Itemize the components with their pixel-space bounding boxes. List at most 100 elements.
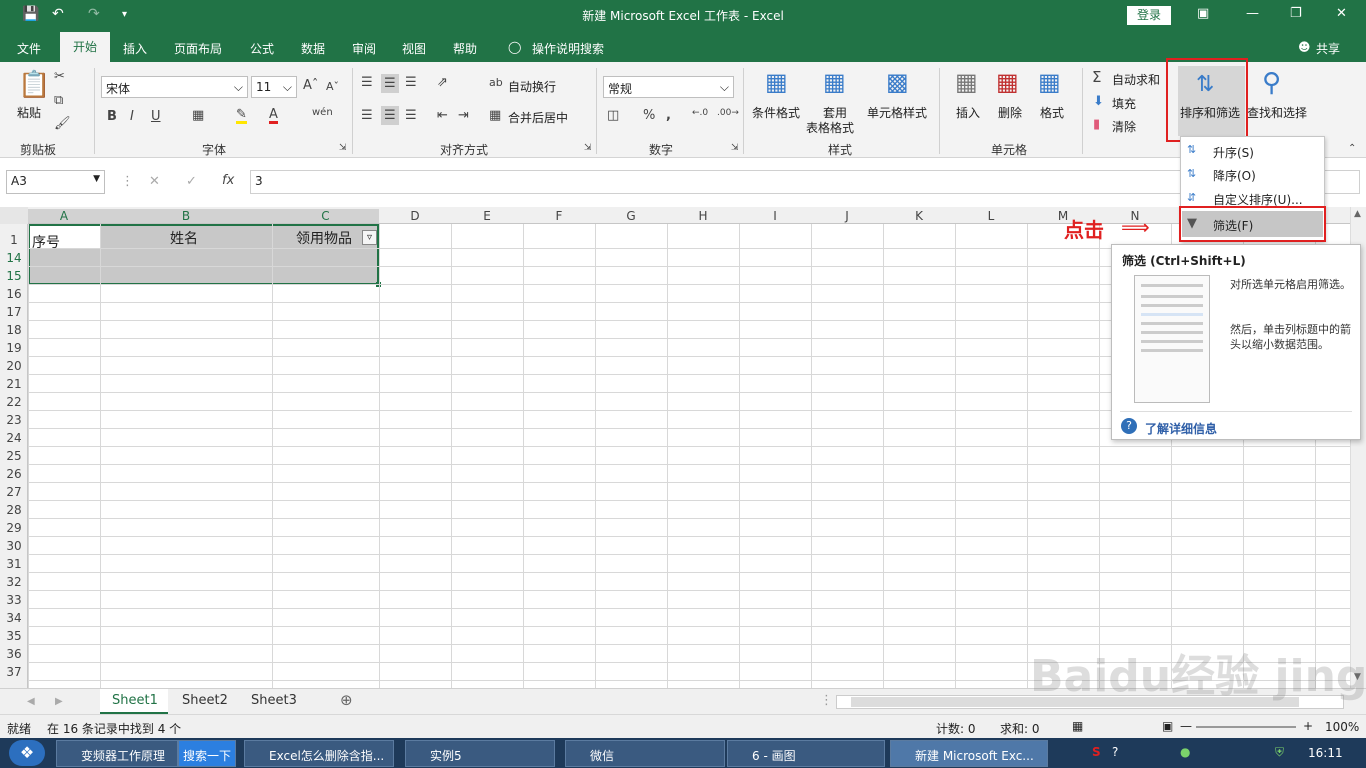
phonetic-icon[interactable]: wén	[312, 108, 333, 118]
row-header[interactable]: 1	[0, 233, 28, 247]
align-top-icon[interactable]: ☰	[361, 76, 373, 89]
format-painter-icon[interactable]: 🖌	[54, 117, 71, 130]
sheet-tab-2[interactable]: Sheet2	[182, 693, 228, 708]
column-header-i[interactable]: I	[739, 209, 811, 223]
column-header-f[interactable]: F	[523, 209, 595, 223]
increase-decimal-icon[interactable]: ←.0	[692, 109, 708, 118]
row-header[interactable]: 23	[0, 413, 28, 427]
autosum-button[interactable]: 自动求和	[1112, 71, 1160, 88]
row-header[interactable]: 20	[0, 359, 28, 373]
row-header[interactable]: 32	[0, 575, 28, 589]
name-box[interactable]: A3 ▼	[6, 170, 105, 194]
number-format-select[interactable]: 常规 ⌵	[603, 76, 734, 98]
row-header[interactable]: 34	[0, 611, 28, 625]
wrap-text-button[interactable]: 自动换行	[508, 78, 556, 95]
column-header-h[interactable]: H	[667, 209, 739, 223]
column-header-b[interactable]: B	[100, 209, 272, 223]
row-header[interactable]: 36	[0, 647, 28, 661]
column-header-d[interactable]: D	[379, 209, 451, 223]
row-header[interactable]: 28	[0, 503, 28, 517]
percent-icon[interactable]: %	[643, 109, 655, 122]
comma-icon[interactable]: ,	[666, 109, 671, 122]
shrink-font-icon[interactable]: Aˇ	[326, 81, 339, 92]
row-header[interactable]: 16	[0, 287, 28, 301]
login-button[interactable]: 登录	[1127, 6, 1171, 25]
collapse-ribbon-icon[interactable]: ⌃	[1348, 144, 1356, 154]
underline-button[interactable]: U	[151, 110, 161, 123]
tab-file[interactable]: 文件	[17, 40, 41, 57]
row-header[interactable]: 22	[0, 395, 28, 409]
align-bottom-icon[interactable]: ☰	[405, 76, 417, 89]
zoom-out-icon[interactable]: —	[1180, 719, 1192, 733]
learn-more-link[interactable]: 了解详细信息	[1145, 420, 1217, 437]
tray-app-icon[interactable]: S	[1092, 745, 1101, 759]
select-all-corner[interactable]	[0, 207, 28, 224]
cell-style-button[interactable]: 单元格样式	[867, 104, 927, 121]
insert-cells-button[interactable]: 插入	[956, 104, 980, 121]
column-header-g[interactable]: G	[595, 209, 667, 223]
row-header[interactable]: 33	[0, 593, 28, 607]
enter-icon[interactable]: ✓	[186, 175, 197, 188]
grow-font-icon[interactable]: Aˆ	[303, 79, 318, 92]
zoom-slider[interactable]	[1196, 726, 1296, 728]
taskbar-item-folder[interactable]: 实例5	[405, 740, 555, 767]
paste-icon[interactable]: 📋	[18, 72, 50, 98]
tab-view[interactable]: 视图	[402, 40, 426, 57]
scroll-up-icon[interactable]: ▲	[1354, 209, 1361, 219]
conditional-format-button[interactable]: 条件格式	[752, 104, 800, 121]
dialog-launcher-icon[interactable]: ⇲	[731, 144, 739, 153]
find-select-button[interactable]: 查找和选择	[1247, 104, 1307, 121]
taskbar-item-wechat[interactable]: 微信	[565, 740, 725, 767]
tab-page-layout[interactable]: 页面布局	[174, 40, 222, 57]
row-header[interactable]: 19	[0, 341, 28, 355]
clear-button[interactable]: 清除	[1112, 118, 1136, 135]
cell-a1[interactable]: 序号	[32, 232, 60, 252]
taskbar-item-browser[interactable]: Excel怎么删除含指...	[244, 740, 394, 767]
italic-button[interactable]: I	[130, 110, 134, 123]
font-color-icon[interactable]: A	[269, 108, 278, 124]
row-header[interactable]: 17	[0, 305, 28, 319]
tray-help-icon[interactable]: ?	[1112, 745, 1118, 759]
increase-indent-icon[interactable]: ⇥	[458, 109, 469, 122]
close-icon[interactable]: ✕	[1336, 6, 1347, 21]
taskbar-item-ie[interactable]: 变频器工作原理	[56, 740, 178, 767]
column-header-c[interactable]: C	[272, 209, 379, 223]
row-header[interactable]: 14	[0, 251, 28, 265]
tab-data[interactable]: 数据	[301, 40, 325, 57]
accounting-icon[interactable]: ◫	[607, 109, 619, 122]
menu-item-sort-ascending[interactable]: 升序(S)	[1213, 144, 1254, 161]
cancel-icon[interactable]: ✕	[149, 175, 160, 188]
cell-c1[interactable]: 领用物品	[296, 228, 352, 248]
tab-home[interactable]: 开始	[60, 32, 110, 62]
merge-center-button[interactable]: 合并后居中	[508, 109, 568, 126]
align-left-icon[interactable]: ☰	[361, 109, 373, 122]
next-sheet-icon[interactable]: ▶	[55, 696, 63, 707]
row-header[interactable]: 24	[0, 431, 28, 445]
fill-color-icon[interactable]: ✎	[236, 108, 247, 124]
row-header[interactable]: 26	[0, 467, 28, 481]
start-button-icon[interactable]: ❖	[9, 740, 45, 766]
page-break-view-icon[interactable]: ▣	[1162, 719, 1173, 733]
align-middle-icon[interactable]: ☰	[381, 74, 399, 93]
row-header[interactable]: 18	[0, 323, 28, 337]
align-right-icon[interactable]: ☰	[405, 109, 417, 122]
format-cells-button[interactable]: 格式	[1040, 104, 1064, 121]
column-header-k[interactable]: K	[883, 209, 955, 223]
tell-me-search[interactable]: 操作说明搜索	[532, 40, 604, 57]
cut-icon[interactable]: ✂	[54, 70, 65, 83]
row-header[interactable]: 25	[0, 449, 28, 463]
decrease-indent-icon[interactable]: ⇤	[437, 109, 448, 122]
dialog-launcher-icon[interactable]: ⇲	[584, 144, 592, 153]
row-header[interactable]: 15	[0, 269, 28, 283]
delete-cells-button[interactable]: 删除	[998, 104, 1022, 121]
insert-function-icon[interactable]: fx	[222, 174, 234, 187]
column-header-a[interactable]: A	[28, 209, 100, 223]
taskbar-item-search[interactable]: 搜索一下	[178, 740, 236, 767]
font-size-select[interactable]: 11 ⌵	[251, 76, 297, 98]
prev-sheet-icon[interactable]: ◀	[27, 696, 35, 707]
row-header[interactable]: 30	[0, 539, 28, 553]
ribbon-display-icon[interactable]: ▣	[1197, 6, 1209, 21]
tray-shield-icon[interactable]: ⛨	[1275, 745, 1284, 760]
minimize-icon[interactable]: —	[1246, 6, 1259, 21]
sheet-tab-1[interactable]: Sheet1	[112, 693, 158, 708]
